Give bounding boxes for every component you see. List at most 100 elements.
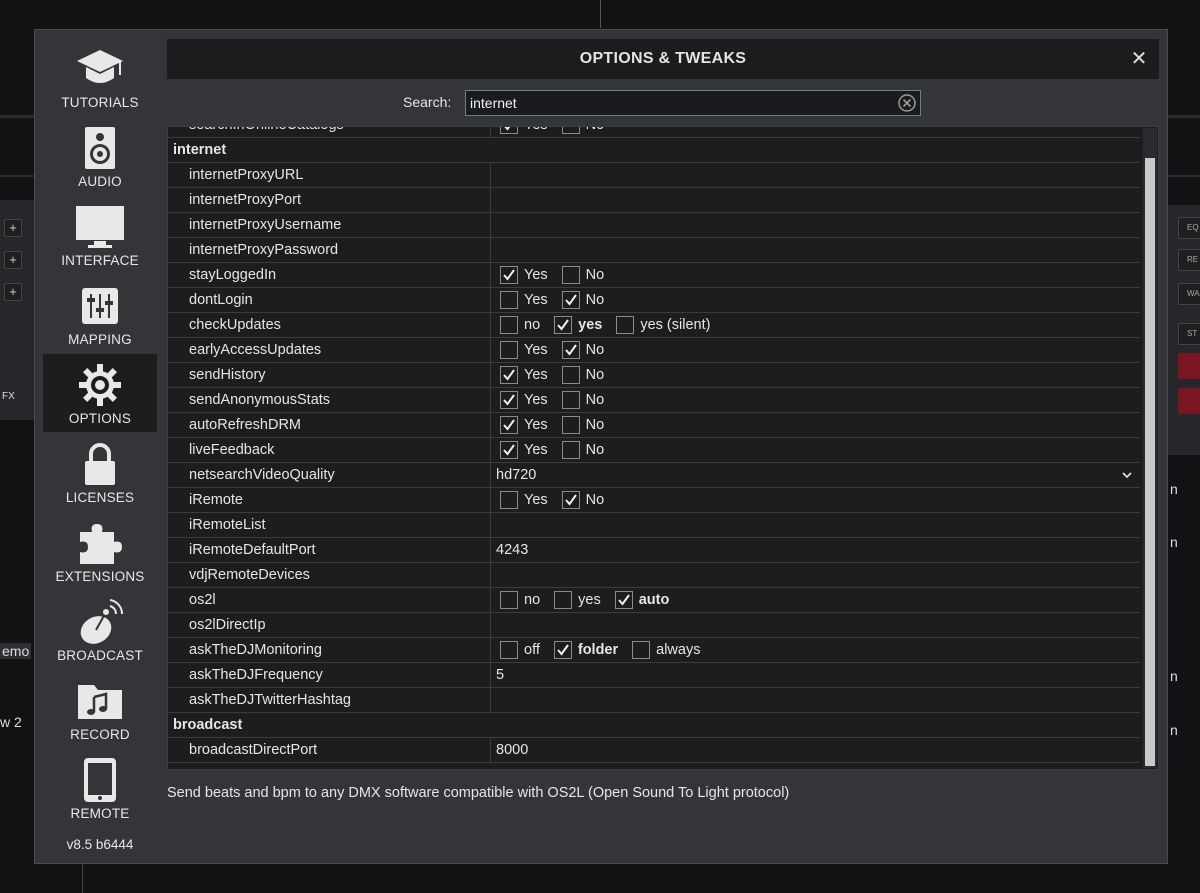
option-value[interactable] bbox=[492, 513, 1140, 537]
checkbox-checked[interactable] bbox=[500, 441, 518, 459]
option-value[interactable] bbox=[492, 238, 1140, 262]
background-re-button[interactable]: RE bbox=[1178, 249, 1200, 271]
option-choice[interactable]: No bbox=[558, 288, 609, 312]
option-value[interactable] bbox=[492, 213, 1140, 237]
option-choice[interactable]: No bbox=[558, 488, 609, 512]
option-choice[interactable]: Yes bbox=[496, 338, 552, 362]
option-value[interactable]: Yes No bbox=[492, 413, 1140, 437]
option-choice[interactable]: No bbox=[558, 388, 609, 412]
option-row[interactable]: vdjRemoteDevices bbox=[168, 563, 1140, 588]
option-row[interactable]: broadcastDirectPort 8000 bbox=[168, 738, 1140, 763]
option-choice[interactable]: No bbox=[558, 263, 609, 287]
checkbox-checked[interactable] bbox=[500, 366, 518, 384]
option-value[interactable]: off folder always bbox=[492, 638, 1140, 662]
sidebar-item-extensions[interactable]: EXTENSIONS bbox=[43, 512, 157, 590]
option-choice[interactable]: No bbox=[558, 127, 609, 137]
option-row[interactable]: iRemote Yes No bbox=[168, 488, 1140, 513]
checkbox-checked[interactable] bbox=[500, 127, 518, 134]
option-value[interactable]: 5 bbox=[492, 663, 1140, 687]
option-row[interactable]: iRemoteList bbox=[168, 513, 1140, 538]
chevron-down-icon[interactable] bbox=[1120, 463, 1134, 487]
option-row[interactable]: askTheDJMonitoring off folder always bbox=[168, 638, 1140, 663]
grid-scrollbar[interactable] bbox=[1143, 128, 1157, 768]
background-plus-button[interactable]: + bbox=[4, 219, 22, 237]
checkbox-checked[interactable] bbox=[561, 341, 580, 359]
search-input[interactable] bbox=[466, 91, 886, 115]
checkbox[interactable] bbox=[500, 316, 518, 334]
option-row[interactable]: internetProxyPassword bbox=[168, 238, 1140, 263]
option-choice[interactable]: off bbox=[496, 638, 544, 662]
sidebar-item-interface[interactable]: INTERFACE bbox=[43, 196, 157, 274]
option-choice[interactable]: auto bbox=[611, 588, 674, 612]
option-choice[interactable]: No bbox=[558, 438, 609, 462]
option-value[interactable]: 8000 bbox=[492, 738, 1140, 762]
option-value[interactable] bbox=[492, 613, 1140, 637]
background-red-button[interactable] bbox=[1178, 353, 1200, 379]
option-value[interactable] bbox=[492, 688, 1140, 712]
checkbox[interactable] bbox=[561, 391, 580, 409]
checkbox[interactable] bbox=[561, 266, 580, 284]
checkbox-checked[interactable] bbox=[500, 266, 518, 284]
option-value[interactable]: Yes No bbox=[492, 288, 1140, 312]
option-value[interactable] bbox=[492, 188, 1140, 212]
checkbox[interactable] bbox=[632, 641, 651, 659]
option-value[interactable]: Yes No bbox=[492, 263, 1140, 287]
sidebar-item-remote[interactable]: REMOTE bbox=[43, 749, 157, 827]
option-row[interactable]: internetProxyPort bbox=[168, 188, 1140, 213]
sidebar-item-record[interactable]: RECORD bbox=[43, 670, 157, 748]
option-value[interactable]: no yes auto bbox=[492, 588, 1140, 612]
checkbox-checked[interactable] bbox=[553, 641, 572, 659]
option-row[interactable]: askTheDJTwitterHashtag bbox=[168, 688, 1140, 713]
option-row[interactable]: autoRefreshDRM Yes No bbox=[168, 413, 1140, 438]
checkbox[interactable] bbox=[500, 641, 518, 659]
option-value[interactable]: Yes No bbox=[492, 127, 1140, 137]
option-row[interactable]: searchInOnlineCatalogs Yes No bbox=[168, 127, 1140, 138]
background-plus-button[interactable]: + bbox=[4, 251, 22, 269]
option-choice[interactable]: no bbox=[496, 313, 544, 337]
option-choice[interactable]: Yes bbox=[496, 363, 552, 387]
checkbox[interactable] bbox=[500, 341, 518, 359]
option-choice[interactable]: no bbox=[496, 588, 544, 612]
option-row[interactable]: askTheDJFrequency 5 bbox=[168, 663, 1140, 688]
checkbox[interactable] bbox=[561, 441, 580, 459]
option-row[interactable]: os2lDirectIp bbox=[168, 613, 1140, 638]
clear-search-icon[interactable] bbox=[898, 94, 916, 112]
background-st-button[interactable]: ST bbox=[1178, 323, 1200, 345]
option-choice[interactable]: Yes bbox=[496, 388, 552, 412]
scrollbar-thumb[interactable] bbox=[1145, 158, 1155, 766]
option-value[interactable]: 4243 bbox=[492, 538, 1140, 562]
checkbox-checked[interactable] bbox=[561, 491, 580, 509]
sidebar-item-licenses[interactable]: LICENSES bbox=[43, 433, 157, 511]
checkbox[interactable] bbox=[500, 291, 518, 309]
option-value[interactable]: Yes No bbox=[492, 438, 1140, 462]
option-row[interactable]: stayLoggedIn Yes No bbox=[168, 263, 1140, 288]
background-wa-button[interactable]: WA bbox=[1178, 283, 1200, 305]
checkbox[interactable] bbox=[561, 127, 580, 134]
option-choice[interactable]: Yes bbox=[496, 413, 552, 437]
option-row[interactable]: os2l no yes auto bbox=[168, 588, 1140, 613]
sidebar-item-broadcast[interactable]: BROADCAST bbox=[43, 591, 157, 669]
option-row[interactable]: sendAnonymousStats Yes No bbox=[168, 388, 1140, 413]
option-row[interactable]: internetProxyURL bbox=[168, 163, 1140, 188]
sidebar-item-mapping[interactable]: MAPPING bbox=[43, 275, 157, 353]
close-button[interactable]: ✕ bbox=[1129, 49, 1149, 69]
option-choice[interactable]: Yes bbox=[496, 127, 552, 137]
option-row[interactable]: internetProxyUsername bbox=[168, 213, 1140, 238]
option-choice[interactable]: No bbox=[558, 338, 609, 362]
option-choice[interactable]: Yes bbox=[496, 488, 552, 512]
option-choice[interactable]: always bbox=[628, 638, 704, 662]
checkbox-checked[interactable] bbox=[500, 416, 518, 434]
checkbox[interactable] bbox=[500, 591, 518, 609]
option-choice[interactable]: yes (silent) bbox=[612, 313, 714, 337]
option-row[interactable]: checkUpdates no yes yes (silent) bbox=[168, 313, 1140, 338]
sidebar-item-audio[interactable]: AUDIO bbox=[43, 117, 157, 195]
option-choice[interactable]: folder bbox=[550, 638, 622, 662]
option-choice[interactable]: Yes bbox=[496, 438, 552, 462]
option-value[interactable]: Yes No bbox=[492, 338, 1140, 362]
checkbox-checked[interactable] bbox=[561, 291, 580, 309]
checkbox-checked[interactable] bbox=[614, 591, 633, 609]
option-value[interactable]: hd720 bbox=[492, 463, 1140, 487]
option-value[interactable]: Yes No bbox=[492, 388, 1140, 412]
option-choice[interactable]: No bbox=[558, 413, 609, 437]
option-value[interactable] bbox=[492, 163, 1140, 187]
